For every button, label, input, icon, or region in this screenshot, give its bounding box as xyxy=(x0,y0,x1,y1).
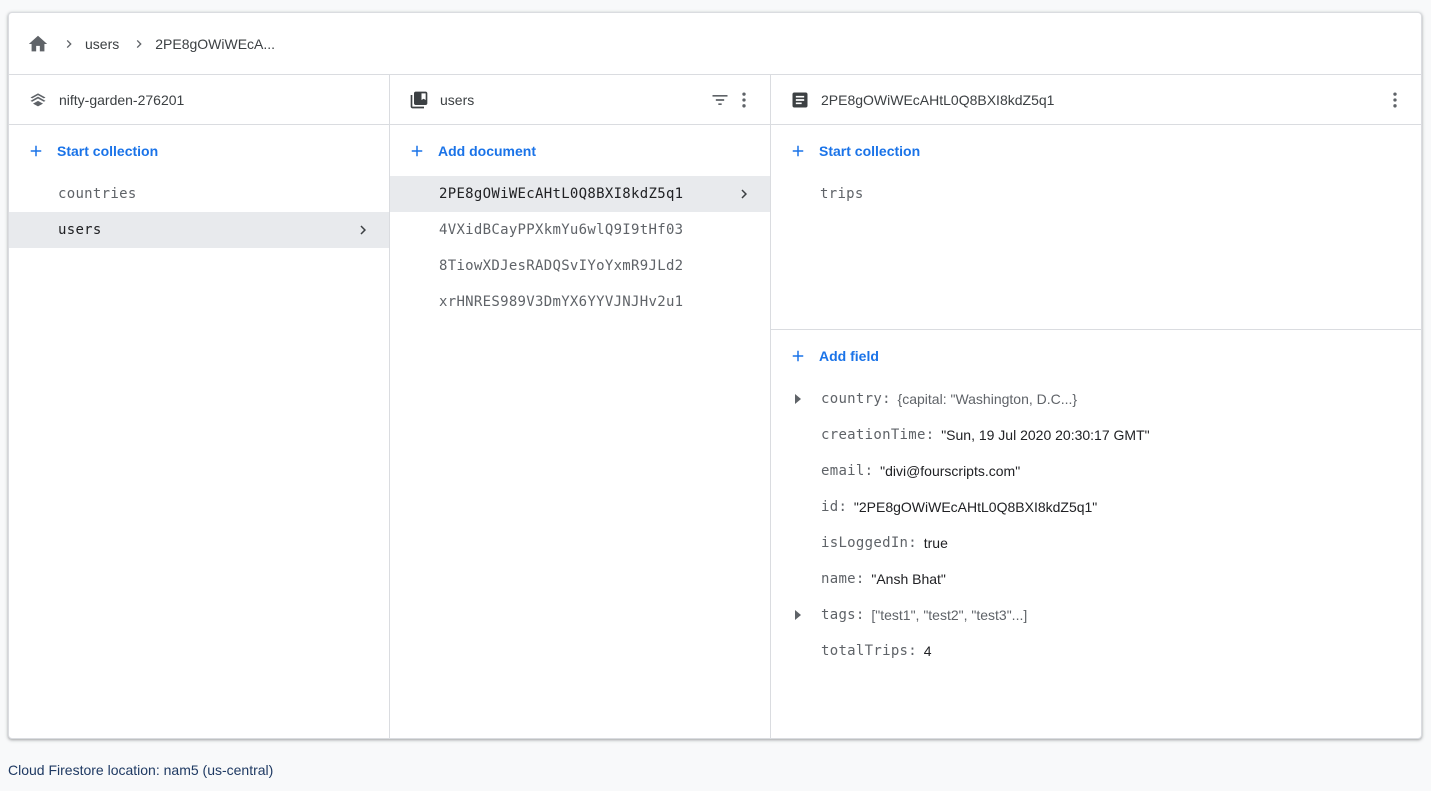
list-item-label: trips xyxy=(820,186,864,202)
field-row-name[interactable]: name: "Ansh Bhat" xyxy=(771,561,1421,597)
fields-section: Add field country: {capital: "Washington… xyxy=(771,330,1421,669)
filter-icon[interactable] xyxy=(708,88,732,112)
field-colon: : xyxy=(908,535,917,551)
chevron-right-icon xyxy=(353,220,373,240)
plus-icon xyxy=(787,345,809,367)
field-colon: : xyxy=(908,643,917,659)
document-item[interactable]: 4VXidBCayPPXkmYu6wlQ9I9tHf03 xyxy=(390,212,770,248)
more-vert-icon[interactable] xyxy=(732,88,756,112)
add-field-button[interactable]: Add field xyxy=(771,330,1421,381)
field-key: tags xyxy=(821,607,856,623)
plus-icon xyxy=(25,140,47,162)
field-colon: : xyxy=(864,463,874,479)
chevron-right-icon xyxy=(129,34,149,54)
field-value: "divi@fourscripts.com" xyxy=(880,463,1021,479)
start-collection-button[interactable]: Start collection xyxy=(771,125,1421,176)
expand-arrow-icon[interactable] xyxy=(792,609,804,621)
start-collection-label: Start collection xyxy=(57,142,159,159)
breadcrumb-item-users[interactable]: users xyxy=(85,36,119,52)
field-colon: : xyxy=(882,391,891,407)
field-value: true xyxy=(923,535,948,551)
field-row-totalTrips[interactable]: totalTrips: 4 xyxy=(771,633,1421,669)
field-key: isLoggedIn xyxy=(821,535,909,551)
firestore-data-viewer: users 2PE8gOWiWEcA... nifty-garden-27620… xyxy=(8,12,1422,739)
root-panel: nifty-garden-276201 Start collection cou… xyxy=(9,75,390,738)
document-panel: 2PE8gOWiWEcAHtL0Q8BXI8kdZ5q1 Start colle… xyxy=(771,75,1421,738)
document-item[interactable]: xrHNRES989V3DmYX6YYVJNJHv2u1 xyxy=(390,284,770,320)
list-item-label: users xyxy=(58,222,102,238)
field-row-creationTime[interactable]: creationTime: "Sun, 19 Jul 2020 20:30:17… xyxy=(771,417,1421,453)
project-layers-icon xyxy=(27,89,49,111)
field-value: {capital: "Washington, D.C...} xyxy=(897,391,1078,407)
project-title: nifty-garden-276201 xyxy=(59,91,185,108)
field-colon: : xyxy=(925,427,935,443)
chevron-right-icon xyxy=(734,184,754,204)
collection-title: users xyxy=(440,91,475,108)
plus-icon xyxy=(787,140,809,162)
collection-panel: users Add document 2PE8gOWiWEcAHtL0Q8BXI… xyxy=(390,75,771,738)
field-key: id xyxy=(821,499,839,515)
field-value: "2PE8gOWiWEcAHtL0Q8BXI8kdZ5q1" xyxy=(853,499,1098,515)
more-vert-icon[interactable] xyxy=(1383,88,1407,112)
collection-panel-header: users xyxy=(390,75,770,125)
list-item-label: countries xyxy=(58,186,137,202)
field-value: "Sun, 19 Jul 2020 20:30:17 GMT" xyxy=(941,427,1150,443)
root-panel-header: nifty-garden-276201 xyxy=(9,75,389,125)
breadcrumb-item-document[interactable]: 2PE8gOWiWEcA... xyxy=(155,36,275,52)
field-key: country xyxy=(821,391,883,407)
field-key: email xyxy=(821,463,865,479)
list-item-label: xrHNRES989V3DmYX6YYVJNJHv2u1 xyxy=(439,294,684,310)
plus-icon xyxy=(406,140,428,162)
expand-arrow-icon[interactable] xyxy=(792,393,804,405)
field-key: creationTime xyxy=(821,427,926,443)
document-icon xyxy=(789,89,811,111)
field-colon: : xyxy=(838,499,847,515)
field-colon: : xyxy=(855,571,865,587)
field-colon: : xyxy=(855,607,865,623)
start-collection-button[interactable]: Start collection xyxy=(9,125,389,176)
document-item[interactable]: 8TiowXDJesRADQSvIYoYxmR9JLd2 xyxy=(390,248,770,284)
field-value: ["test1", "test2", "test3"...] xyxy=(871,607,1028,623)
field-row-id[interactable]: id: "2PE8gOWiWEcAHtL0Q8BXI8kdZ5q1" xyxy=(771,489,1421,525)
field-value: "Ansh Bhat" xyxy=(871,571,946,587)
field-key: totalTrips xyxy=(821,643,909,659)
document-panel-header: 2PE8gOWiWEcAHtL0Q8BXI8kdZ5q1 xyxy=(771,75,1421,125)
field-value: 4 xyxy=(923,643,932,659)
breadcrumb: users 2PE8gOWiWEcA... xyxy=(9,13,1421,75)
subcollections-section: Start collection trips xyxy=(771,125,1421,330)
field-row-email[interactable]: email: "divi@fourscripts.com" xyxy=(771,453,1421,489)
collection-icon xyxy=(408,89,430,111)
list-item-label: 2PE8gOWiWEcAHtL0Q8BXI8kdZ5q1 xyxy=(439,186,684,202)
add-document-button[interactable]: Add document xyxy=(390,125,770,176)
add-document-label: Add document xyxy=(438,142,536,159)
collection-item-users[interactable]: users xyxy=(9,212,389,248)
field-key: name xyxy=(821,571,856,587)
chevron-right-icon xyxy=(59,34,79,54)
document-title: 2PE8gOWiWEcAHtL0Q8BXI8kdZ5q1 xyxy=(821,91,1055,108)
collection-item-countries[interactable]: countries xyxy=(9,176,389,212)
firestore-location: Cloud Firestore location: nam5 (us-centr… xyxy=(8,762,274,778)
field-row-country[interactable]: country: {capital: "Washington, D.C...} xyxy=(771,381,1421,417)
add-field-label: Add field xyxy=(819,347,879,364)
list-item-label: 8TiowXDJesRADQSvIYoYxmR9JLd2 xyxy=(439,258,684,274)
subcollection-item-trips[interactable]: trips xyxy=(771,176,1421,212)
start-collection-label: Start collection xyxy=(819,142,921,159)
home-icon[interactable] xyxy=(27,33,49,55)
field-row-tags[interactable]: tags: ["test1", "test2", "test3"...] xyxy=(771,597,1421,633)
list-item-label: 4VXidBCayPPXkmYu6wlQ9I9tHf03 xyxy=(439,222,684,238)
document-item[interactable]: 2PE8gOWiWEcAHtL0Q8BXI8kdZ5q1 xyxy=(390,176,770,212)
panels: nifty-garden-276201 Start collection cou… xyxy=(9,75,1421,738)
field-row-isLoggedIn[interactable]: isLoggedIn: true xyxy=(771,525,1421,561)
